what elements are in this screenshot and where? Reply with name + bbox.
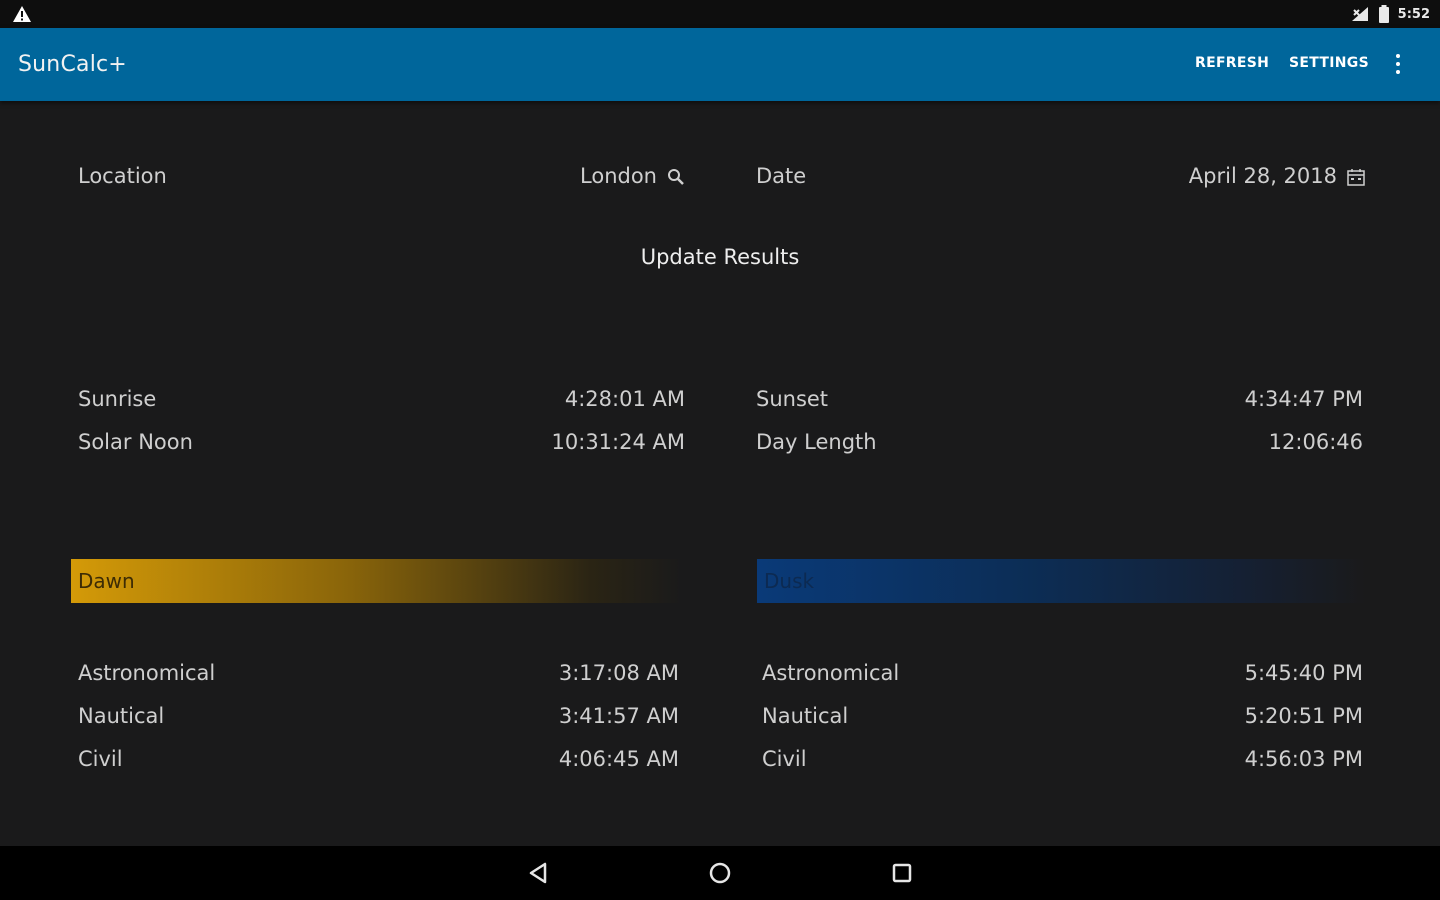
signal-icon bbox=[1351, 7, 1368, 21]
dawn-nautical-label: Nautical bbox=[78, 704, 165, 728]
dusk-astronomical-value: 5:45:40 PM bbox=[1244, 661, 1363, 685]
dusk-civil-value: 4:56:03 PM bbox=[1244, 747, 1363, 771]
search-icon[interactable] bbox=[667, 168, 685, 186]
dawn-astronomical-label: Astronomical bbox=[78, 661, 216, 685]
sunset-label: Sunset bbox=[756, 387, 829, 411]
day-length-value: 12:06:46 bbox=[1268, 430, 1363, 454]
dusk-astronomical-label: Astronomical bbox=[762, 661, 900, 685]
overflow-menu-icon[interactable] bbox=[1388, 50, 1408, 78]
day-length-label: Day Length bbox=[756, 430, 877, 454]
date-value: April 28, 2018 bbox=[1188, 164, 1337, 188]
dusk-band-label: Dusk bbox=[764, 569, 815, 593]
update-results-button[interactable]: Update Results bbox=[620, 240, 820, 274]
settings-button[interactable]: SETTINGS bbox=[1289, 55, 1369, 71]
dawn-band: Dawn bbox=[71, 559, 683, 603]
location-field[interactable]: London bbox=[520, 164, 685, 188]
sunrise-label: Sunrise bbox=[78, 387, 157, 411]
date-field[interactable]: April 28, 2018 bbox=[1140, 164, 1365, 188]
location-value: London bbox=[580, 164, 657, 188]
dawn-nautical-value: 3:41:57 AM bbox=[558, 704, 679, 728]
dusk-band: Dusk bbox=[757, 559, 1365, 603]
recent-apps-icon[interactable] bbox=[889, 860, 915, 886]
dawn-astronomical-value: 3:17:08 AM bbox=[558, 661, 679, 685]
solar-noon-value: 10:31:24 AM bbox=[551, 430, 685, 454]
dawn-civil-value: 4:06:45 AM bbox=[558, 747, 679, 771]
app-title: SunCalc+ bbox=[18, 52, 127, 77]
home-icon[interactable] bbox=[707, 860, 733, 886]
dawn-band-label: Dawn bbox=[78, 569, 135, 593]
warning-icon bbox=[13, 6, 31, 22]
sunset-value: 4:34:47 PM bbox=[1244, 387, 1363, 411]
solar-noon-label: Solar Noon bbox=[78, 430, 193, 454]
dawn-civil-label: Civil bbox=[78, 747, 123, 771]
calendar-icon[interactable] bbox=[1347, 168, 1365, 186]
status-bar: 5:52 bbox=[0, 0, 1440, 28]
navigation-bar bbox=[0, 846, 1440, 900]
location-label: Location bbox=[78, 164, 167, 188]
date-label: Date bbox=[756, 164, 807, 188]
app-bar: SunCalc+ REFRESH SETTINGS bbox=[0, 28, 1440, 101]
back-icon[interactable] bbox=[526, 860, 552, 886]
dusk-nautical-label: Nautical bbox=[762, 704, 849, 728]
status-time: 5:52 bbox=[1397, 6, 1430, 22]
dusk-nautical-value: 5:20:51 PM bbox=[1244, 704, 1363, 728]
battery-icon bbox=[1378, 5, 1389, 23]
dusk-civil-label: Civil bbox=[762, 747, 807, 771]
refresh-button[interactable]: REFRESH bbox=[1195, 55, 1269, 71]
sunrise-value: 4:28:01 AM bbox=[564, 387, 685, 411]
